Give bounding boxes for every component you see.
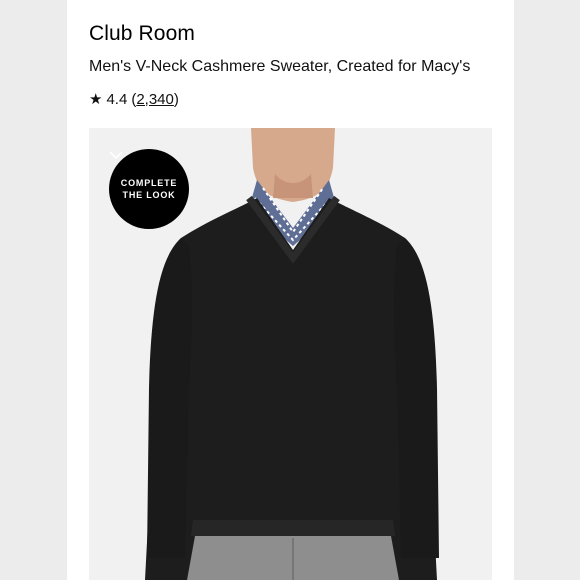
brand-name[interactable]: Club Room [89,22,195,46]
complete-the-look-line2: THE LOOK [122,190,176,200]
complete-the-look-label: COMPLETE THE LOOK [117,177,181,201]
star-icon: ★ [89,91,103,108]
product-card: Club Room Men's V-Neck Cashmere Sweater,… [67,0,514,580]
product-rating: ★ 4.4 (2,340) [89,90,179,109]
product-title: Men's V-Neck Cashmere Sweater, Created f… [89,58,471,75]
chevron-down-icon [109,151,123,159]
product-image[interactable]: COMPLETE THE LOOK [89,128,492,580]
complete-the-look-button[interactable]: COMPLETE THE LOOK [109,149,189,229]
reviews-count-link[interactable]: 2,340 [136,91,174,108]
complete-the-look-line1: COMPLETE [120,178,178,188]
close-paren: ) [173,90,179,108]
rating-value: 4.4 [106,90,128,108]
reviews-count-wrapper[interactable]: (2,340) [131,91,179,108]
